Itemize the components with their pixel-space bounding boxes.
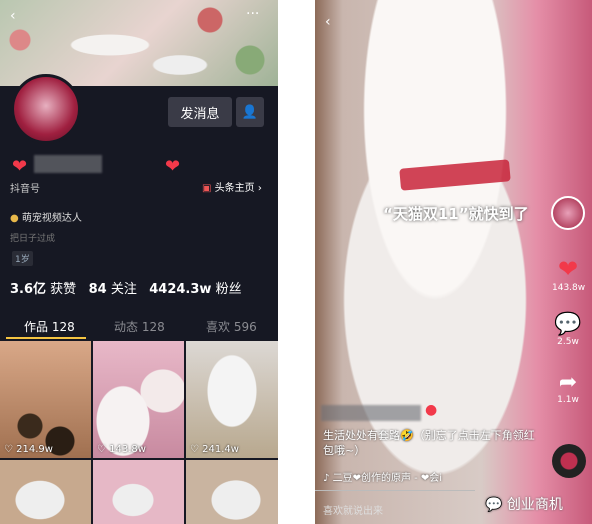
age-tag: 1岁 [12, 251, 33, 266]
user-icon: 👤 [241, 104, 259, 120]
tab-indicator [6, 337, 86, 339]
category-badge: ● 萌宠视频达人 [10, 213, 82, 224]
video-screen[interactable]: ‹ “天猫双11”就快到了 ❤ 143.8w 💬 2.5w ➦ 1.1w ● 生活处处… [315, 0, 592, 524]
video-tile[interactable]: ♡ 143.8w [93, 341, 184, 458]
video-tile[interactable] [186, 460, 278, 524]
share-button[interactable]: ➦ 1.1w [552, 370, 584, 405]
comment-button[interactable]: 💬 2.5w [552, 312, 584, 347]
divider [315, 490, 475, 491]
back-icon[interactable]: ‹ [325, 14, 331, 30]
stats-row: 3.6亿 获赞 84 关注 4424.3w 粉丝 [10, 282, 242, 297]
toutiao-link[interactable]: ▣ 头条主页 › [202, 179, 262, 194]
tab-dynamics[interactable]: 动态 128 [114, 318, 165, 335]
music-info[interactable]: ♪ 二豆❤创作的原声 - ❤会i [323, 469, 442, 484]
video-caption: 生活处处有套路🤣（别忘了点击左下角领红包哦~） [323, 429, 535, 457]
heart-icon: ● [425, 402, 438, 418]
message-button[interactable]: 发消息 [168, 97, 232, 127]
following-link[interactable]: 关注 [111, 282, 137, 297]
badge-icon: ● [10, 213, 19, 224]
tab-likes[interactable]: 喜欢 596 [206, 318, 257, 335]
avatar[interactable] [11, 74, 81, 144]
profile-screen: ‹ ··· 发消息 👤 ❤ ❤ 抖音号 ▣ 头条主页 › ● 萌宠视频达人 把日… [0, 0, 278, 524]
music-note-icon: ♪ [323, 473, 330, 484]
toutiao-icon: ▣ [202, 183, 212, 194]
heart-icon: ❤ [165, 156, 181, 177]
bio: 把日子过成 [10, 234, 56, 244]
redacted-author [321, 405, 421, 421]
heart-icon: ❤ [12, 156, 28, 177]
video-tile[interactable]: ♡ 214.9w [0, 341, 91, 458]
cat-collar [399, 159, 511, 191]
redacted-name [34, 155, 102, 173]
watermark: 💬 创业商机 [485, 497, 563, 513]
wechat-icon: 💬 [485, 497, 503, 513]
video-tile[interactable]: ♡ 241.4w [186, 341, 278, 458]
comment-icon: 💬 [554, 312, 582, 337]
video-tile[interactable] [0, 460, 91, 524]
profile-banner [0, 0, 278, 86]
followers-link[interactable]: 粉丝 [216, 282, 242, 297]
like-button[interactable]: ❤ 143.8w [552, 255, 585, 293]
music-disc[interactable] [552, 444, 586, 478]
video-overlay-text: “天猫双11”就快到了 [383, 205, 529, 223]
more-icon[interactable]: ··· [246, 6, 259, 22]
tab-works[interactable]: 作品 128 [24, 318, 75, 335]
heart-icon: ❤ [557, 255, 579, 283]
back-icon[interactable]: ‹ [10, 8, 16, 24]
share-icon: ➦ [558, 370, 578, 395]
add-friend-button[interactable]: 👤 [236, 97, 264, 127]
douyin-id: 抖音号 [10, 184, 40, 195]
author-avatar[interactable] [551, 196, 585, 230]
video-tile[interactable] [93, 460, 184, 524]
comment-input[interactable]: 喜欢就说出来 [323, 502, 383, 517]
